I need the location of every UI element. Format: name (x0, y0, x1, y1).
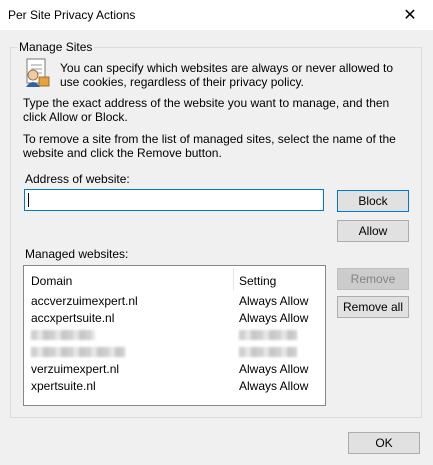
block-button[interactable]: Block (337, 190, 409, 212)
row-domain-obscured (31, 328, 95, 343)
row-domain: accverzuimexpert.nl (31, 294, 138, 308)
remove-instruction-text: To remove a site from the list of manage… (23, 132, 396, 160)
close-icon[interactable]: ✕ (387, 0, 433, 30)
row-setting: Always Allow (239, 362, 309, 376)
address-label: Address of website: (25, 172, 130, 186)
column-divider[interactable] (233, 268, 234, 290)
row-setting-obscured (239, 328, 297, 343)
group-label: Manage Sites (17, 40, 95, 54)
list-header: Domain Setting (24, 266, 325, 290)
list-item[interactable] (31, 328, 321, 345)
privacy-report-icon (26, 58, 50, 87)
add-instruction-text: Type the exact address of the website yo… (23, 96, 390, 124)
managed-websites-label: Managed websites: (25, 247, 129, 261)
address-input[interactable] (24, 189, 324, 211)
remove-all-button[interactable]: Remove all (337, 296, 409, 318)
managed-websites-list[interactable]: Domain Setting accverzuimexpert.nl Alway… (23, 265, 326, 406)
window-title: Per Site Privacy Actions (8, 8, 136, 22)
remove-button[interactable]: Remove (337, 268, 409, 290)
list-item[interactable]: accxpertsuite.nl Always Allow (31, 311, 321, 328)
row-setting: Always Allow (239, 379, 309, 393)
row-setting: Always Allow (239, 311, 309, 325)
row-setting-obscured (239, 345, 297, 360)
text-caret (28, 193, 29, 207)
row-domain: xpertsuite.nl (31, 379, 96, 393)
row-domain-obscured (31, 345, 125, 360)
row-domain: verzuimexpert.nl (31, 362, 120, 376)
list-item[interactable] (31, 345, 321, 362)
ok-button[interactable]: OK (348, 432, 420, 454)
row-setting: Always Allow (239, 294, 309, 308)
intro-text: You can specify which websites are alway… (60, 61, 394, 89)
title-bar: Per Site Privacy Actions ✕ (0, 0, 433, 30)
list-item[interactable]: verzuimexpert.nl Always Allow (31, 362, 321, 379)
row-domain: accxpertsuite.nl (31, 311, 115, 325)
list-item[interactable]: xpertsuite.nl Always Allow (31, 379, 321, 396)
allow-button[interactable]: Allow (337, 220, 409, 242)
column-header-setting[interactable]: Setting (239, 274, 276, 288)
column-header-domain[interactable]: Domain (31, 274, 72, 288)
list-item[interactable]: accverzuimexpert.nl Always Allow (31, 294, 321, 311)
